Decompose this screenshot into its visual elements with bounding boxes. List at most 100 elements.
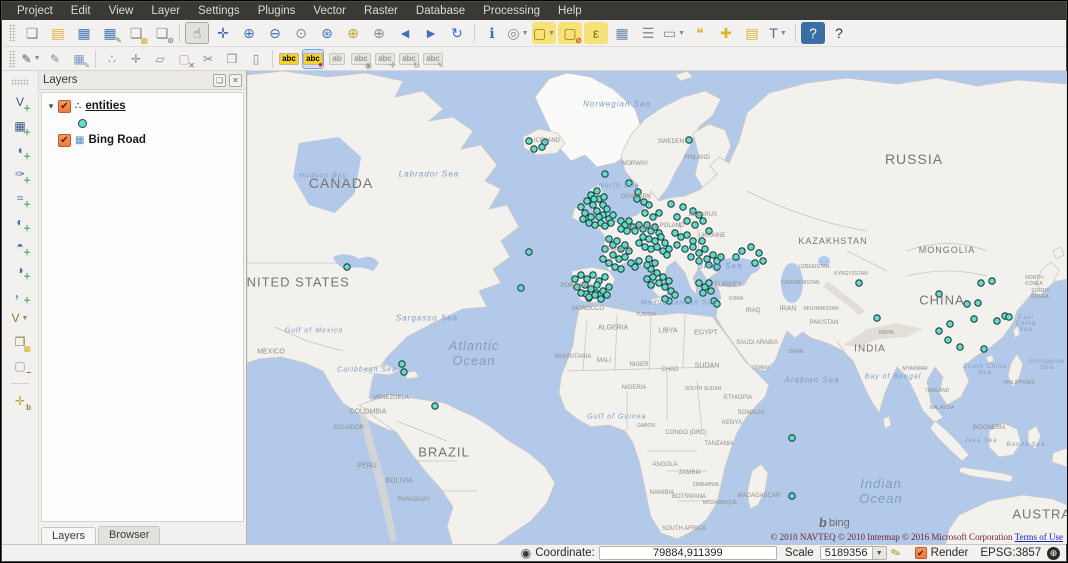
run-feature-action-dropdown-arrow[interactable]: ▼ [522,30,529,37]
crs-status-icon[interactable]: ⊕ [1047,547,1060,560]
entity-point [526,249,532,255]
measure-dropdown-arrow[interactable]: ▼ [678,30,685,37]
add-wcs-layer-button[interactable]: ◓＋ [9,236,31,256]
add-spatialite-layer-button[interactable]: ✑＋ [9,164,31,184]
deselect-features-button[interactable]: ▢⊘ [558,22,582,44]
menu-plugins[interactable]: Plugins [249,2,305,20]
new-bookmark-button[interactable]: ✚ [714,22,738,44]
raster-layer-icon: ▦ [75,135,84,146]
menu-view[interactable]: View [100,2,143,20]
map-tips-button[interactable]: ❝ [688,22,712,44]
pan-map-button[interactable]: ☝ [185,22,209,44]
new-shapefile-layer-button[interactable]: V▼ [9,308,31,328]
new-shapefile-layer-dropdown-arrow[interactable]: ▼ [22,315,29,322]
run-feature-action-button[interactable]: ◎▼ [506,22,530,44]
measure-button[interactable]: ▭▼ [662,22,686,44]
composer-manager-button[interactable]: ❏⊙ [150,22,174,44]
zoom-native-button[interactable]: ⊙ [289,22,313,44]
tab-browser[interactable]: Browser [98,526,160,544]
save-project-button[interactable]: ▦ [72,22,96,44]
magnifier-pen-icon[interactable]: ✎ [889,546,903,561]
menu-help[interactable]: Help [549,2,591,20]
select-features-button[interactable]: ▢▼ [532,22,556,44]
add-raster-layer-button[interactable]: ▦＋ [9,116,31,136]
delete-selected-button[interactable]: ▢✕ [173,49,195,69]
pin-labels-button[interactable]: abc● [302,49,324,69]
show-bookmarks-button[interactable]: ▤ [740,22,764,44]
whats-this-button[interactable]: ? [827,22,851,44]
text-annotation-button[interactable]: T▼ [766,22,790,44]
add-mssql-layer-button[interactable]: ≈＋ [9,188,31,208]
text-annotation-dropdown-arrow[interactable]: ▼ [780,30,787,37]
new-project-button[interactable]: ❏ [20,22,44,44]
add-wfs-layer-button[interactable]: ◑＋ [9,260,31,280]
add-postgis-layer-button[interactable]: ◖＋ [9,140,31,160]
menu-layer[interactable]: Layer [142,2,189,20]
save-layer-edits-button[interactable]: ▦✎ [68,49,90,69]
menu-raster[interactable]: Raster [355,2,407,20]
current-edits-dropdown-arrow[interactable]: ▼ [34,55,41,62]
zoom-full-button[interactable]: ⊛ [315,22,339,44]
extents-icon[interactable]: ◉ [521,547,531,559]
menu-settings[interactable]: Settings [189,2,249,20]
terms-of-use-link[interactable]: Terms of Use [1015,532,1063,542]
layer-checkbox[interactable]: ✔ [58,100,71,113]
cut-features-button[interactable]: ✂ [197,49,219,69]
entity-point [789,435,795,441]
layer-label[interactable]: entities [85,100,125,112]
zoom-to-selection-button[interactable]: ⊕ [341,22,365,44]
paste-features-button[interactable]: ▯ [245,49,267,69]
remove-layer-button[interactable]: ▢− [9,356,31,376]
select-by-expression-button[interactable]: ε [584,22,608,44]
entity-point [618,226,624,232]
add-delimited-text-layer-button[interactable]: ，＋ [9,284,31,304]
current-edits-button[interactable]: ✎▼ [20,49,42,69]
render-checkbox[interactable]: ✔ [915,547,927,559]
save-project-as-button[interactable]: ▦✎ [98,22,122,44]
menu-vector[interactable]: Vector [304,2,355,20]
zoom-next-button[interactable]: ► [419,22,443,44]
add-vector-layer-button[interactable]: V＋ [9,92,31,112]
pan-to-selection-button[interactable]: ✛ [211,22,235,44]
help-contents-button[interactable]: ? [801,22,825,44]
add-mssql-layer-badge-icon: ＋ [23,201,31,209]
menu-processing[interactable]: Processing [474,2,549,20]
new-temporary-layer-button[interactable]: ❐▦ [9,332,31,352]
scale-combo[interactable]: ▼ [820,546,887,560]
node-tool-button[interactable]: ▱ [149,49,171,69]
move-feature-button[interactable]: ✛ [125,49,147,69]
tab-layers[interactable]: Layers [41,527,96,545]
layer-item-entities[interactable]: ▾ ✔ ∴ entities [44,97,241,115]
refresh-button[interactable]: ↻ [445,22,469,44]
layer-label[interactable]: Bing Road [88,134,146,146]
menu-edit[interactable]: Edit [62,2,100,20]
scale-dropdown-button[interactable]: ▼ [872,546,887,560]
map-canvas[interactable]: CANADAUNITED STATESRUSSIACHINABRAZILINDI… [247,71,1067,544]
add-feature-button[interactable]: ∴ [101,49,123,69]
coordinate-capture-tool-button[interactable]: ✛b [9,391,31,411]
expander-icon[interactable]: ▾ [44,101,58,112]
statistical-summary-button[interactable]: ☰ [636,22,660,44]
menu-database[interactable]: Database [407,2,474,20]
layer-item-bing-road[interactable]: ✔ ▦ Bing Road [44,131,241,149]
zoom-out-button[interactable]: ⊖ [263,22,287,44]
layer-labeling-button[interactable]: abc [278,49,300,69]
open-attribute-table-button[interactable]: ▦ [610,22,634,44]
menu-project[interactable]: Project [8,2,62,20]
layer-checkbox[interactable]: ✔ [58,134,71,147]
copy-features-button[interactable]: ❐ [221,49,243,69]
scale-input[interactable] [820,546,872,560]
zoom-to-layer-button[interactable]: ⊕ [367,22,391,44]
select-features-dropdown-arrow[interactable]: ▼ [548,30,555,37]
toggle-editing-button[interactable]: ✎ [44,49,66,69]
new-print-composer-button[interactable]: ❏▦ [124,22,148,44]
open-project-button[interactable]: ▤ [46,22,70,44]
coordinate-input[interactable] [599,546,777,560]
panel-float-button[interactable]: ❏ [213,74,226,87]
add-wms-layer-button[interactable]: ◐＋ [9,212,31,232]
entity-point [584,198,590,204]
panel-close-button[interactable]: ✕ [229,74,242,87]
zoom-in-button[interactable]: ⊕ [237,22,261,44]
zoom-last-button[interactable]: ◄ [393,22,417,44]
identify-features-button[interactable]: ℹ [480,22,504,44]
